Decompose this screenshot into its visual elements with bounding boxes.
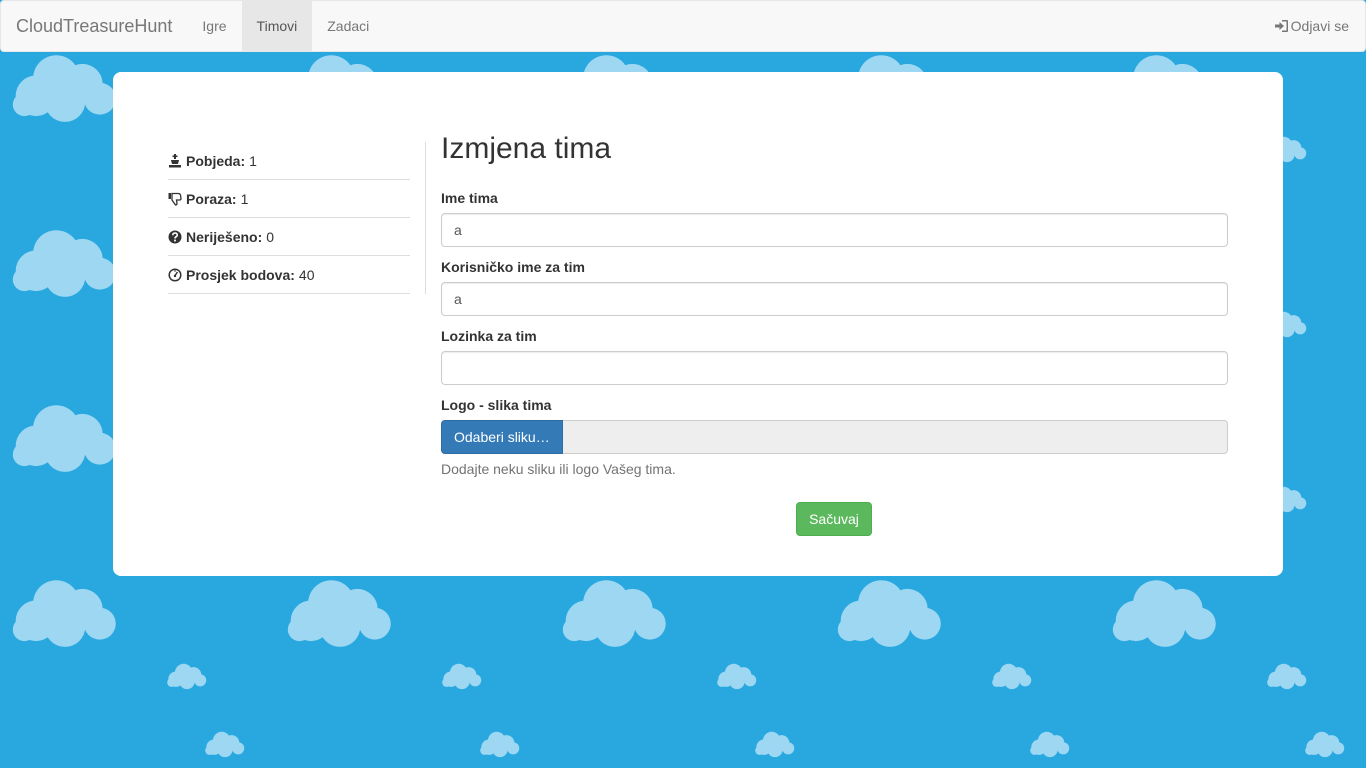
cloud-shape <box>442 663 482 690</box>
cloud-shape <box>1305 731 1345 758</box>
stat-losses-label: Poraza: <box>186 190 237 207</box>
edit-team-form: Izmjena tima Ime tima Korisničko ime za … <box>441 130 1228 479</box>
cloud-shape <box>205 731 245 758</box>
nav-item-timovi[interactable]: Timovi <box>241 1 313 51</box>
file-name-display[interactable] <box>562 420 1228 454</box>
username-input[interactable] <box>441 282 1228 316</box>
brand-link[interactable]: CloudTreasureHunt <box>1 1 187 51</box>
dashboard-icon <box>168 267 182 282</box>
cloud-shape <box>1112 580 1216 647</box>
logo-label: Logo - slika tima <box>441 397 552 413</box>
stat-draws-value: 0 <box>266 228 275 245</box>
page-title: Izmjena tima <box>441 132 612 165</box>
cloud-shape <box>992 663 1032 690</box>
stat-wins-value: 1 <box>249 152 257 169</box>
log-in-icon <box>1274 3 1289 53</box>
king-icon <box>168 153 182 168</box>
logo-help-text: Dodajte neku sliku ili logo Vašeg tima. <box>441 461 676 477</box>
logout-label: Odjavi se <box>1290 18 1349 34</box>
content-panel: Pobjeda: 1 Poraza: 1 Neriješeno: 0 Prosj… <box>113 72 1283 576</box>
password-label: Lozinka za tim <box>441 328 537 344</box>
logout-link[interactable]: Odjavi se <box>1259 1 1365 51</box>
stat-average-label: Prosjek bodova: <box>186 266 295 283</box>
cloud-shape <box>12 230 116 297</box>
stat-losses-value: 1 <box>240 190 249 207</box>
stat-draws: Neriješeno: 0 <box>168 218 410 256</box>
username-label: Korisničko ime za tim <box>441 259 585 275</box>
navbar: CloudTreasureHunt Igre Timovi Zadaci Odj… <box>0 0 1366 52</box>
stat-average: Prosjek bodova: 40 <box>168 256 410 294</box>
team-stats: Pobjeda: 1 Poraza: 1 Neriješeno: 0 Prosj… <box>168 142 410 294</box>
logo-file-picker: Odaberi sliku… <box>441 420 1228 454</box>
cloud-shape <box>480 731 520 758</box>
cloud-shape <box>755 731 795 758</box>
save-button[interactable]: Sačuvaj <box>796 502 872 536</box>
nav-item-igre[interactable]: Igre <box>187 1 241 51</box>
cloud-shape <box>1030 731 1070 758</box>
cloud-shape <box>562 580 666 647</box>
choose-image-button[interactable]: Odaberi sliku… <box>441 420 563 454</box>
cloud-shape <box>1267 663 1307 690</box>
cloud-shape <box>167 663 207 690</box>
cloud-shape <box>717 663 757 690</box>
question-sign-icon <box>168 230 182 244</box>
thumbs-down-icon <box>168 192 182 206</box>
cloud-shape <box>837 580 941 647</box>
stat-wins: Pobjeda: 1 <box>168 142 410 180</box>
cloud-shape <box>12 55 116 122</box>
stat-draws-label: Neriješeno: <box>186 228 263 245</box>
stat-average-value: 40 <box>298 266 315 283</box>
stat-wins-label: Pobjeda: <box>186 152 246 169</box>
cloud-shape <box>287 580 391 647</box>
team-name-label: Ime tima <box>441 190 498 206</box>
password-input[interactable] <box>441 351 1228 385</box>
cloud-shape <box>12 405 116 472</box>
nav-item-zadaci[interactable]: Zadaci <box>312 1 384 51</box>
team-name-input[interactable] <box>441 213 1228 247</box>
vertical-divider <box>425 142 426 294</box>
cloud-shape <box>12 580 116 647</box>
stat-losses: Poraza: 1 <box>168 180 410 218</box>
